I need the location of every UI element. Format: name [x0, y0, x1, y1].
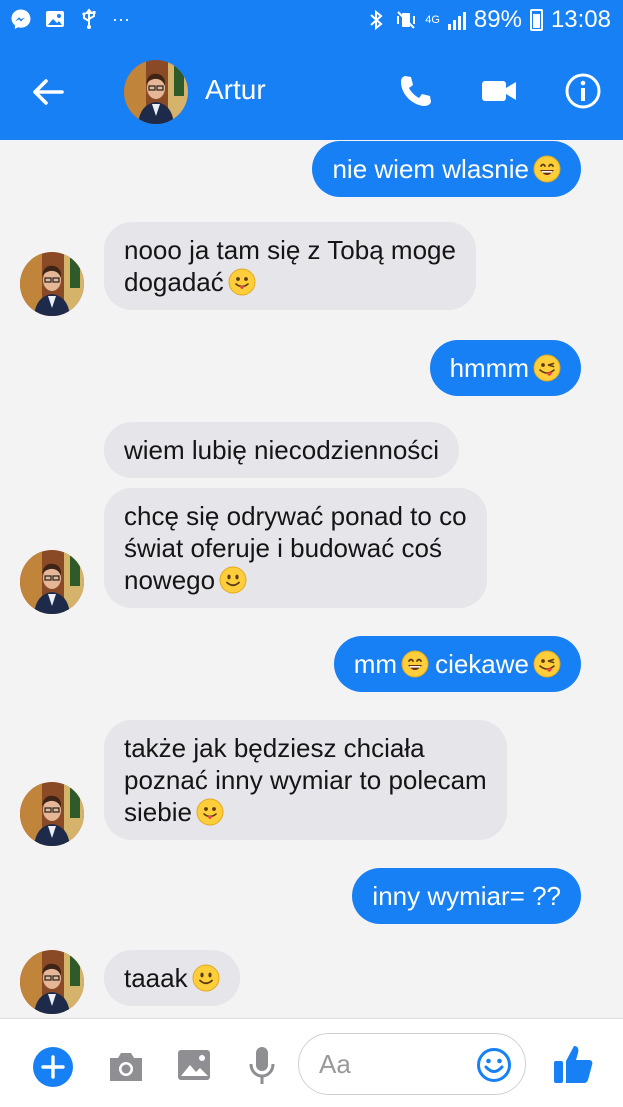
incoming-message[interactable]: wiem lubię niecodzienności [104, 422, 460, 478]
message-text: taaak [124, 963, 188, 993]
incoming-message[interactable]: nooo ja tam się z Tobą moge dogadać [104, 222, 476, 310]
outgoing-message[interactable]: mm ciekawe [333, 636, 581, 692]
vibrate-mute-icon [397, 11, 416, 29]
message-text: nie wiem wlasnie [332, 154, 529, 184]
message-line: chcę się odrywać ponad to co [124, 501, 467, 531]
sender-avatar[interactable] [20, 950, 84, 1014]
plus-icon[interactable] [32, 1046, 74, 1088]
message-line: także jak będziesz chciała [124, 733, 425, 763]
contact-avatar[interactable] [124, 60, 188, 124]
message-text: inny wymiar= ?? [372, 881, 561, 911]
camera-icon[interactable] [106, 1049, 146, 1085]
outgoing-message[interactable]: hmmm [429, 340, 581, 396]
network-type: 4G [425, 13, 440, 26]
message-line: świat oferuje i budować coś [124, 533, 442, 563]
message-composer [0, 1018, 623, 1107]
status-time: 13:08 [550, 6, 611, 33]
thumbs-up-icon[interactable] [552, 1041, 596, 1087]
grinning-emoji-icon [401, 650, 429, 678]
tongue-out-emoji-icon [196, 798, 224, 826]
smiling-emoji-icon [192, 964, 220, 992]
incoming-message[interactable]: taaak [104, 950, 240, 1006]
sender-avatar[interactable] [20, 550, 84, 614]
conversation-header: Artur [0, 44, 623, 140]
message-text: hmmm [449, 353, 529, 383]
status-right: 4G 89% 13:08 [365, 6, 611, 34]
messenger-icon [11, 9, 31, 29]
image-icon[interactable] [176, 1047, 212, 1083]
battery-icon [529, 9, 543, 31]
contact-name[interactable]: Artur [205, 74, 266, 106]
phone-call-icon[interactable] [396, 72, 434, 110]
outgoing-message[interactable]: inny wymiar= ?? [352, 868, 581, 924]
smiling-emoji-icon [219, 566, 247, 594]
bluetooth-icon [370, 9, 383, 31]
emoji-icon[interactable] [476, 1047, 512, 1083]
message-text: wiem lubię niecodzienności [124, 435, 440, 465]
sender-avatar[interactable] [20, 252, 84, 316]
message-line: siebie [124, 797, 192, 827]
usb-icon [82, 8, 96, 29]
battery-level: 89% [473, 6, 522, 33]
winking-tongue-emoji-icon [533, 354, 561, 382]
more-notifications: ··· [112, 8, 130, 29]
status-left: ··· [10, 8, 130, 30]
sender-avatar[interactable] [20, 782, 84, 846]
message-line: nowego [124, 565, 216, 595]
back-arrow-icon[interactable] [28, 74, 68, 110]
info-icon[interactable] [564, 72, 602, 110]
message-line: poznać inny wymiar to polecam [124, 765, 487, 795]
incoming-message[interactable]: chcę się odrywać ponad to co świat oferu… [104, 488, 487, 608]
message-line: dogadać [124, 267, 224, 297]
grinning-emoji-icon [533, 155, 561, 183]
gallery-icon [46, 11, 64, 27]
video-call-icon[interactable] [480, 76, 518, 106]
status-bar: ··· 4G 89% 13:08 [0, 0, 623, 44]
message-text: ciekawe [435, 649, 529, 679]
tongue-out-emoji-icon [228, 268, 256, 296]
winking-tongue-emoji-icon [533, 650, 561, 678]
message-text: mm [353, 649, 398, 679]
message-line: nooo ja tam się z Tobą moge [124, 235, 456, 265]
signal-icon [447, 10, 466, 30]
microphone-icon[interactable] [248, 1045, 276, 1087]
incoming-message[interactable]: także jak będziesz chciała poznać inny w… [104, 720, 507, 840]
outgoing-message[interactable]: nie wiem wlasnie [312, 141, 581, 197]
